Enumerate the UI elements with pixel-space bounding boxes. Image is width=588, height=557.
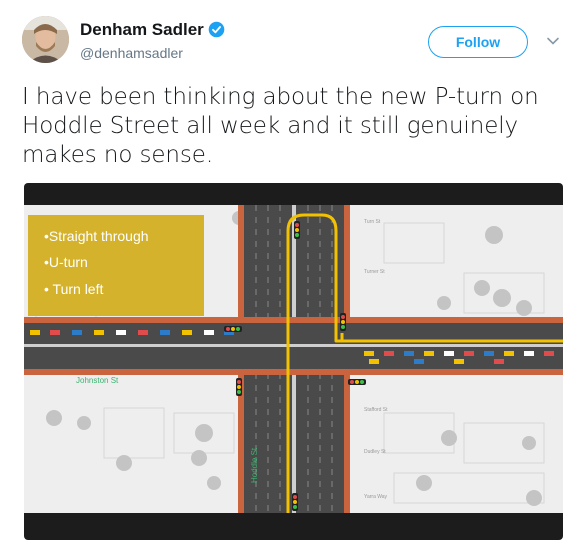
avatar[interactable] [22, 16, 69, 63]
svg-text:Stafford St: Stafford St [364, 407, 388, 413]
chevron-down-icon[interactable] [546, 34, 560, 48]
legend-item-uturn: •U-turn [44, 254, 88, 270]
author-name[interactable]: Denham Sadler [80, 20, 204, 40]
svg-text:Turn St: Turn St [364, 219, 381, 225]
svg-text:Turner St: Turner St [364, 269, 385, 275]
johnston-st-label: Johnston St [76, 376, 119, 385]
svg-text:Dudley St: Dudley St [364, 449, 386, 455]
author-handle[interactable]: @denhamsadler [80, 45, 183, 61]
hoddle-st-label: Hoddle St [250, 447, 259, 483]
follow-button[interactable]: Follow [428, 26, 528, 58]
legend-item-turn-left: • Turn left [44, 281, 104, 297]
tweet-text: I have been thinking about the new P-tur… [22, 84, 539, 168]
legend-item-straight: •Straight through [44, 228, 149, 244]
svg-text:Yarra Way: Yarra Way [364, 494, 388, 500]
verified-badge-icon [208, 21, 225, 38]
